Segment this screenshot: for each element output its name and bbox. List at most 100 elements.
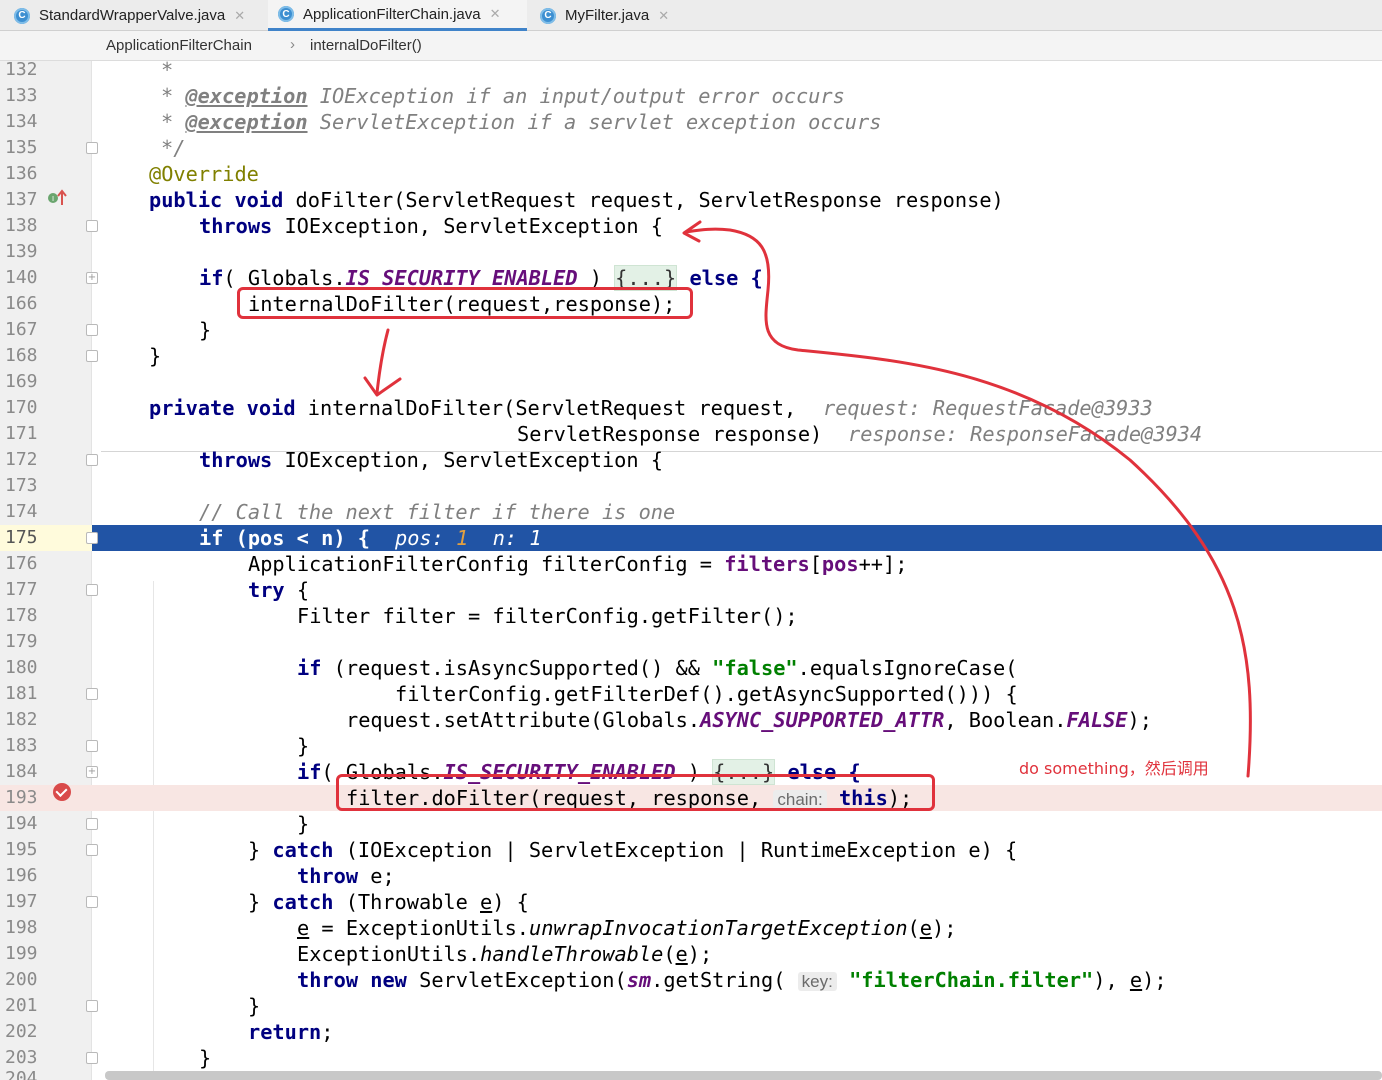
code-line[interactable]: 196 throw e;: [0, 863, 1382, 889]
line-number: 172: [5, 449, 38, 470]
fold-icon[interactable]: [86, 1000, 98, 1012]
code-line[interactable]: 137 public void doFilter(ServletRequest …: [0, 187, 1382, 213]
line-number: 133: [5, 85, 38, 106]
code-line[interactable]: 132 *: [0, 57, 1382, 83]
breakpoint-icon[interactable]: [53, 783, 71, 801]
fold-icon[interactable]: [86, 844, 98, 856]
line-number: 134: [5, 111, 38, 132]
code-line[interactable]: 201 }: [0, 993, 1382, 1019]
code-line[interactable]: 171 ServletResponse response) response: …: [0, 421, 1382, 447]
code-line[interactable]: 174 // Call the next filter if there is …: [0, 499, 1382, 525]
code-line[interactable]: 178 Filter filter = filterConfig.getFilt…: [0, 603, 1382, 629]
line-number: 167: [5, 319, 38, 340]
code-text: e = ExceptionUtils.unwrapInvocationTarge…: [297, 915, 956, 941]
breadcrumb-class[interactable]: ApplicationFilterChain: [106, 37, 252, 54]
keyword: throws: [199, 448, 273, 472]
hint-label: pos:: [395, 526, 444, 550]
overrides-method-icon[interactable]: I: [47, 189, 67, 207]
code-line[interactable]: 199 ExceptionUtils.handleThrowable(e);: [0, 941, 1382, 967]
fold-expand-icon[interactable]: +: [86, 766, 98, 778]
annotation-note: do something，然后调用: [1019, 759, 1209, 778]
code-text: */: [161, 136, 186, 160]
fold-icon[interactable]: [86, 818, 98, 830]
code-editor[interactable]: 132 * 133 * @exception IOException if an…: [0, 58, 1382, 1080]
code-line[interactable]: 181 filterConfig.getFilterDef().getAsync…: [0, 681, 1382, 707]
fold-icon[interactable]: [86, 350, 98, 362]
keyword: public void: [149, 188, 284, 212]
fold-expand-icon[interactable]: +: [86, 272, 98, 284]
code-line[interactable]: 180 if (request.isAsyncSupported() && "f…: [0, 655, 1382, 681]
code-text: private void internalDoFilter(ServletReq…: [149, 395, 796, 421]
line-number: 198: [5, 917, 38, 938]
close-icon[interactable]: ✕: [490, 6, 501, 22]
code-line[interactable]: 202 return;: [0, 1019, 1382, 1045]
fold-icon[interactable]: [86, 584, 98, 596]
code-fragment: ;: [321, 1020, 334, 1044]
line-number: 171: [5, 423, 38, 444]
fold-icon[interactable]: [86, 740, 98, 752]
code-fragment: ExceptionUtils.: [297, 942, 481, 966]
code-line[interactable]: 173: [0, 473, 1382, 499]
fold-icon[interactable]: [86, 324, 98, 336]
code-text: try {: [248, 577, 309, 603]
code-fragment: ++];: [858, 552, 908, 576]
code-line[interactable]: 170 private void internalDoFilter(Servle…: [0, 395, 1382, 421]
close-icon[interactable]: ✕: [234, 8, 245, 24]
code-line[interactable]: 167 }: [0, 317, 1382, 343]
code-line[interactable]: 176 ApplicationFilterConfig filterConfig…: [0, 551, 1382, 577]
code-text: throw e;: [297, 863, 395, 889]
fold-icon[interactable]: [86, 454, 98, 466]
fold-icon[interactable]: [86, 142, 98, 154]
fold-icon[interactable]: [86, 896, 98, 908]
tab-standard-wrapper-valve[interactable]: C StandardWrapperValve.java ✕: [4, 0, 266, 31]
code-line[interactable]: 136 @Override: [0, 161, 1382, 187]
code-fragment: }: [248, 890, 273, 914]
code-line[interactable]: 135 */: [0, 135, 1382, 161]
execution-point-line[interactable]: 175 if (pos < n) { pos: 1 n: 1: [0, 525, 1382, 551]
line-number: 204: [5, 1068, 38, 1080]
code-line[interactable]: 198 e = ExceptionUtils.unwrapInvocationT…: [0, 915, 1382, 941]
fold-icon[interactable]: [86, 220, 98, 232]
code-line[interactable]: 138 throws IOException, ServletException…: [0, 213, 1382, 239]
code-line[interactable]: 177 try {: [0, 577, 1382, 603]
class-icon: C: [540, 7, 556, 24]
line-number: 139: [5, 241, 38, 262]
line-number: 176: [5, 553, 38, 574]
code-line[interactable]: 182 request.setAttribute(Globals.ASYNC_S…: [0, 707, 1382, 733]
javadoc-text: IOException if an input/output error occ…: [307, 84, 845, 108]
code-line[interactable]: 194 }: [0, 811, 1382, 837]
code-line[interactable]: 179: [0, 629, 1382, 655]
code-text: } catch (Throwable e) {: [248, 889, 529, 915]
code-line[interactable]: 172 throws IOException, ServletException…: [0, 447, 1382, 473]
fold-icon[interactable]: [86, 532, 98, 544]
code-line[interactable]: 139: [0, 239, 1382, 265]
code-line[interactable]: 134 * @exception ServletException if a s…: [0, 109, 1382, 135]
code-line[interactable]: 195 } catch (IOException | ServletExcept…: [0, 837, 1382, 863]
line-number: 181: [5, 683, 38, 704]
code-line[interactable]: 169: [0, 369, 1382, 395]
class-icon: C: [14, 7, 30, 24]
code-line[interactable]: 200 throw new ServletException(sm.getStr…: [0, 967, 1382, 993]
keyword: private void: [149, 396, 296, 420]
field: sm: [626, 968, 652, 992]
line-number: 199: [5, 943, 38, 964]
code-line[interactable]: 140 + if( Globals.IS_SECURITY_ENABLED ) …: [0, 265, 1382, 291]
fold-icon[interactable]: [86, 688, 98, 700]
code-fragment: (pos < n) {: [223, 526, 370, 550]
code-fragment: .equalsIgnoreCase(: [797, 656, 1018, 680]
code-line[interactable]: 133 * @exception IOException if an input…: [0, 83, 1382, 109]
code-line[interactable]: 197 } catch (Throwable e) {: [0, 889, 1382, 915]
horizontal-scrollbar[interactable]: [105, 1071, 1382, 1080]
code-fragment: IOException, ServletException {: [272, 448, 663, 472]
tab-label: MyFilter.java: [565, 7, 650, 24]
code-fragment: }: [248, 838, 273, 862]
tab-my-filter[interactable]: C MyFilter.java ✕: [530, 0, 690, 31]
class-icon: C: [278, 6, 294, 22]
breadcrumb-method[interactable]: internalDoFilter(): [310, 37, 422, 54]
code-line[interactable]: 168 }: [0, 343, 1382, 369]
line-number: 179: [5, 631, 38, 652]
fold-icon[interactable]: [86, 1052, 98, 1064]
keyword: if: [297, 760, 322, 784]
tab-application-filter-chain[interactable]: C ApplicationFilterChain.java ✕: [268, 0, 527, 31]
close-icon[interactable]: ✕: [658, 8, 669, 24]
